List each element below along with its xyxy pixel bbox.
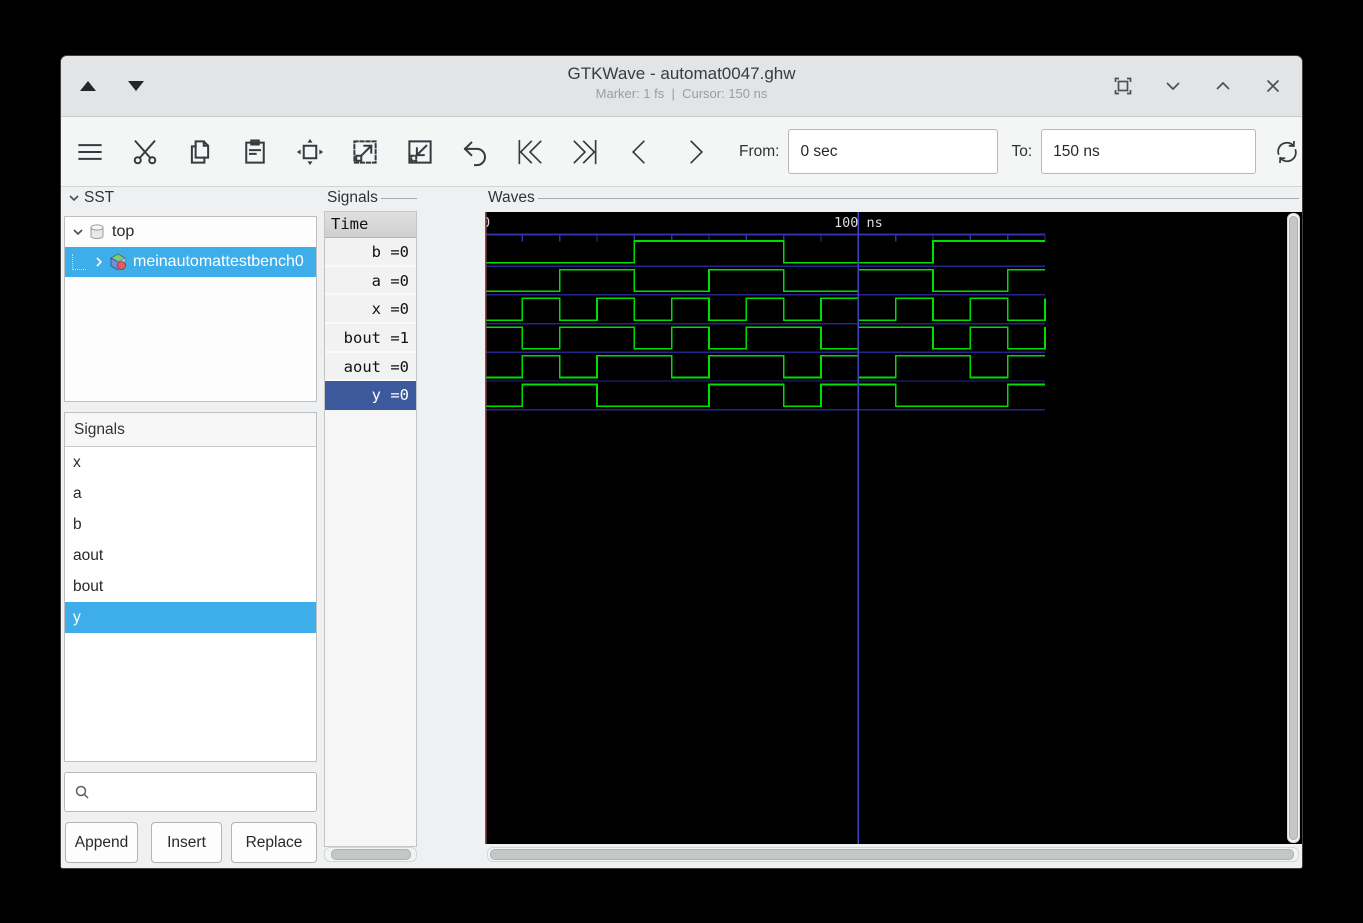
- hamburger-menu-icon: [75, 137, 105, 167]
- sst-pane: SST top: [61, 187, 319, 868]
- tree-item-label: top: [112, 223, 134, 241]
- signals-frame-label: Signals: [324, 188, 381, 207]
- zoom-out-icon: [405, 137, 435, 167]
- toolbar: From: To:: [61, 117, 1302, 187]
- module-cylinder-icon: [87, 222, 107, 242]
- expander-down-icon: [67, 191, 81, 205]
- tree-item-top[interactable]: top: [65, 217, 316, 247]
- tree-connector: [72, 254, 86, 270]
- reload-icon: [1272, 136, 1302, 168]
- skip-to-start-button[interactable]: [515, 137, 545, 167]
- signal-row-selected[interactable]: y =0: [325, 381, 416, 410]
- signal-list-item-selected[interactable]: y: [65, 602, 316, 633]
- signal-row[interactable]: a =0: [325, 267, 416, 296]
- from-label: From:: [739, 143, 779, 161]
- signal-list-item[interactable]: bout: [65, 571, 316, 602]
- scissors-icon: [130, 137, 160, 167]
- names-horizontal-scrollbar[interactable]: [324, 847, 417, 862]
- signal-list-item[interactable]: aout: [65, 540, 316, 571]
- signal-row[interactable]: bout =1: [325, 324, 416, 353]
- undo-icon: [460, 137, 490, 167]
- sst-header-label: SST: [84, 189, 114, 207]
- testbench-cube-icon: [108, 252, 128, 272]
- chevron-left-icon: [625, 137, 655, 167]
- signal-row[interactable]: aout =0: [325, 353, 416, 382]
- reload-button[interactable]: [1272, 137, 1302, 167]
- menu-button[interactable]: [75, 137, 105, 167]
- tree-item-testbench[interactable]: meinautomattestbench0: [65, 247, 316, 277]
- step-forward-button[interactable]: [680, 137, 710, 167]
- search-input[interactable]: [91, 773, 316, 811]
- frame-rule: [538, 198, 1299, 199]
- zoom-fit-icon: [295, 137, 325, 167]
- signal-list-item[interactable]: b: [65, 509, 316, 540]
- tree-item-label: meinautomattestbench0: [133, 253, 304, 271]
- copy-icon: [185, 137, 215, 167]
- to-label: To:: [1011, 143, 1032, 161]
- paste-button[interactable]: [240, 137, 270, 167]
- maximize-button[interactable]: [1210, 73, 1236, 99]
- replace-button[interactable]: Replace: [231, 822, 317, 863]
- zoom-fit-button[interactable]: [295, 137, 325, 167]
- main-content: SST top: [61, 187, 1302, 868]
- cut-button[interactable]: [130, 137, 160, 167]
- chevron-down-icon: [1163, 76, 1183, 96]
- gtkwave-window: GTKWave - automat0047.ghw Marker: 1 fs |…: [60, 55, 1303, 869]
- signal-search-list: Signals x a b aout bout y: [64, 412, 317, 762]
- chevron-up-icon: [1213, 76, 1233, 96]
- waves-horizontal-scrollbar[interactable]: [487, 847, 1299, 862]
- fullscreen-button[interactable]: [1110, 73, 1136, 99]
- frame-rule: [381, 198, 417, 199]
- close-icon: [1263, 76, 1283, 96]
- zoom-in-button[interactable]: [350, 137, 380, 167]
- from-input[interactable]: [788, 129, 998, 174]
- signals-frame: Signals: [324, 188, 417, 207]
- skip-start-icon: [515, 137, 545, 167]
- expander-right-icon: [92, 255, 108, 269]
- sst-expander[interactable]: SST: [67, 189, 114, 207]
- fullscreen-icon: [1113, 76, 1133, 96]
- signals-list-header: Signals: [65, 413, 316, 447]
- time-header[interactable]: Time: [325, 212, 416, 238]
- close-button[interactable]: [1260, 73, 1286, 99]
- append-button[interactable]: Append: [65, 822, 138, 863]
- waves-vertical-scrollbar[interactable]: [1287, 213, 1300, 843]
- waves-pane: Waves 0100 ns: [421, 187, 1302, 868]
- signal-names-column: Time b =0 a =0 x =0 bout =1 aout =0 y =0: [324, 211, 417, 847]
- copy-button[interactable]: [185, 137, 215, 167]
- minimize-button[interactable]: [1160, 73, 1186, 99]
- wave-canvas[interactable]: 0100 ns: [485, 212, 1303, 844]
- signal-row[interactable]: x =0: [325, 295, 416, 324]
- scrollbar-thumb[interactable]: [331, 849, 411, 860]
- sst-tree: top meinautomattestbench0: [64, 216, 317, 402]
- search-icon: [74, 784, 91, 801]
- to-input[interactable]: [1041, 129, 1256, 174]
- signal-row[interactable]: b =0: [325, 238, 416, 267]
- step-back-button[interactable]: [625, 137, 655, 167]
- scrollbar-thumb[interactable]: [490, 849, 1294, 860]
- signal-list-item[interactable]: a: [65, 478, 316, 509]
- insert-button[interactable]: Insert: [151, 822, 222, 863]
- clipboard-icon: [240, 137, 270, 167]
- signal-list-item[interactable]: x: [65, 447, 316, 478]
- expander-down-icon: [71, 225, 87, 239]
- signals-name-pane: Signals Time b =0 a =0 x =0 bout =1 aout…: [323, 187, 418, 868]
- undo-button[interactable]: [460, 137, 490, 167]
- skip-to-end-button[interactable]: [570, 137, 600, 167]
- waves-frame: Waves: [485, 188, 1299, 207]
- scrollbar-thumb[interactable]: [1289, 216, 1298, 840]
- titlebar: GTKWave - automat0047.ghw Marker: 1 fs |…: [61, 56, 1302, 117]
- chevron-right-icon: [680, 137, 710, 167]
- zoom-in-icon: [350, 137, 380, 167]
- waves-frame-label: Waves: [485, 188, 538, 207]
- signal-search-box[interactable]: [64, 772, 317, 812]
- zoom-out-button[interactable]: [405, 137, 435, 167]
- skip-end-icon: [570, 137, 600, 167]
